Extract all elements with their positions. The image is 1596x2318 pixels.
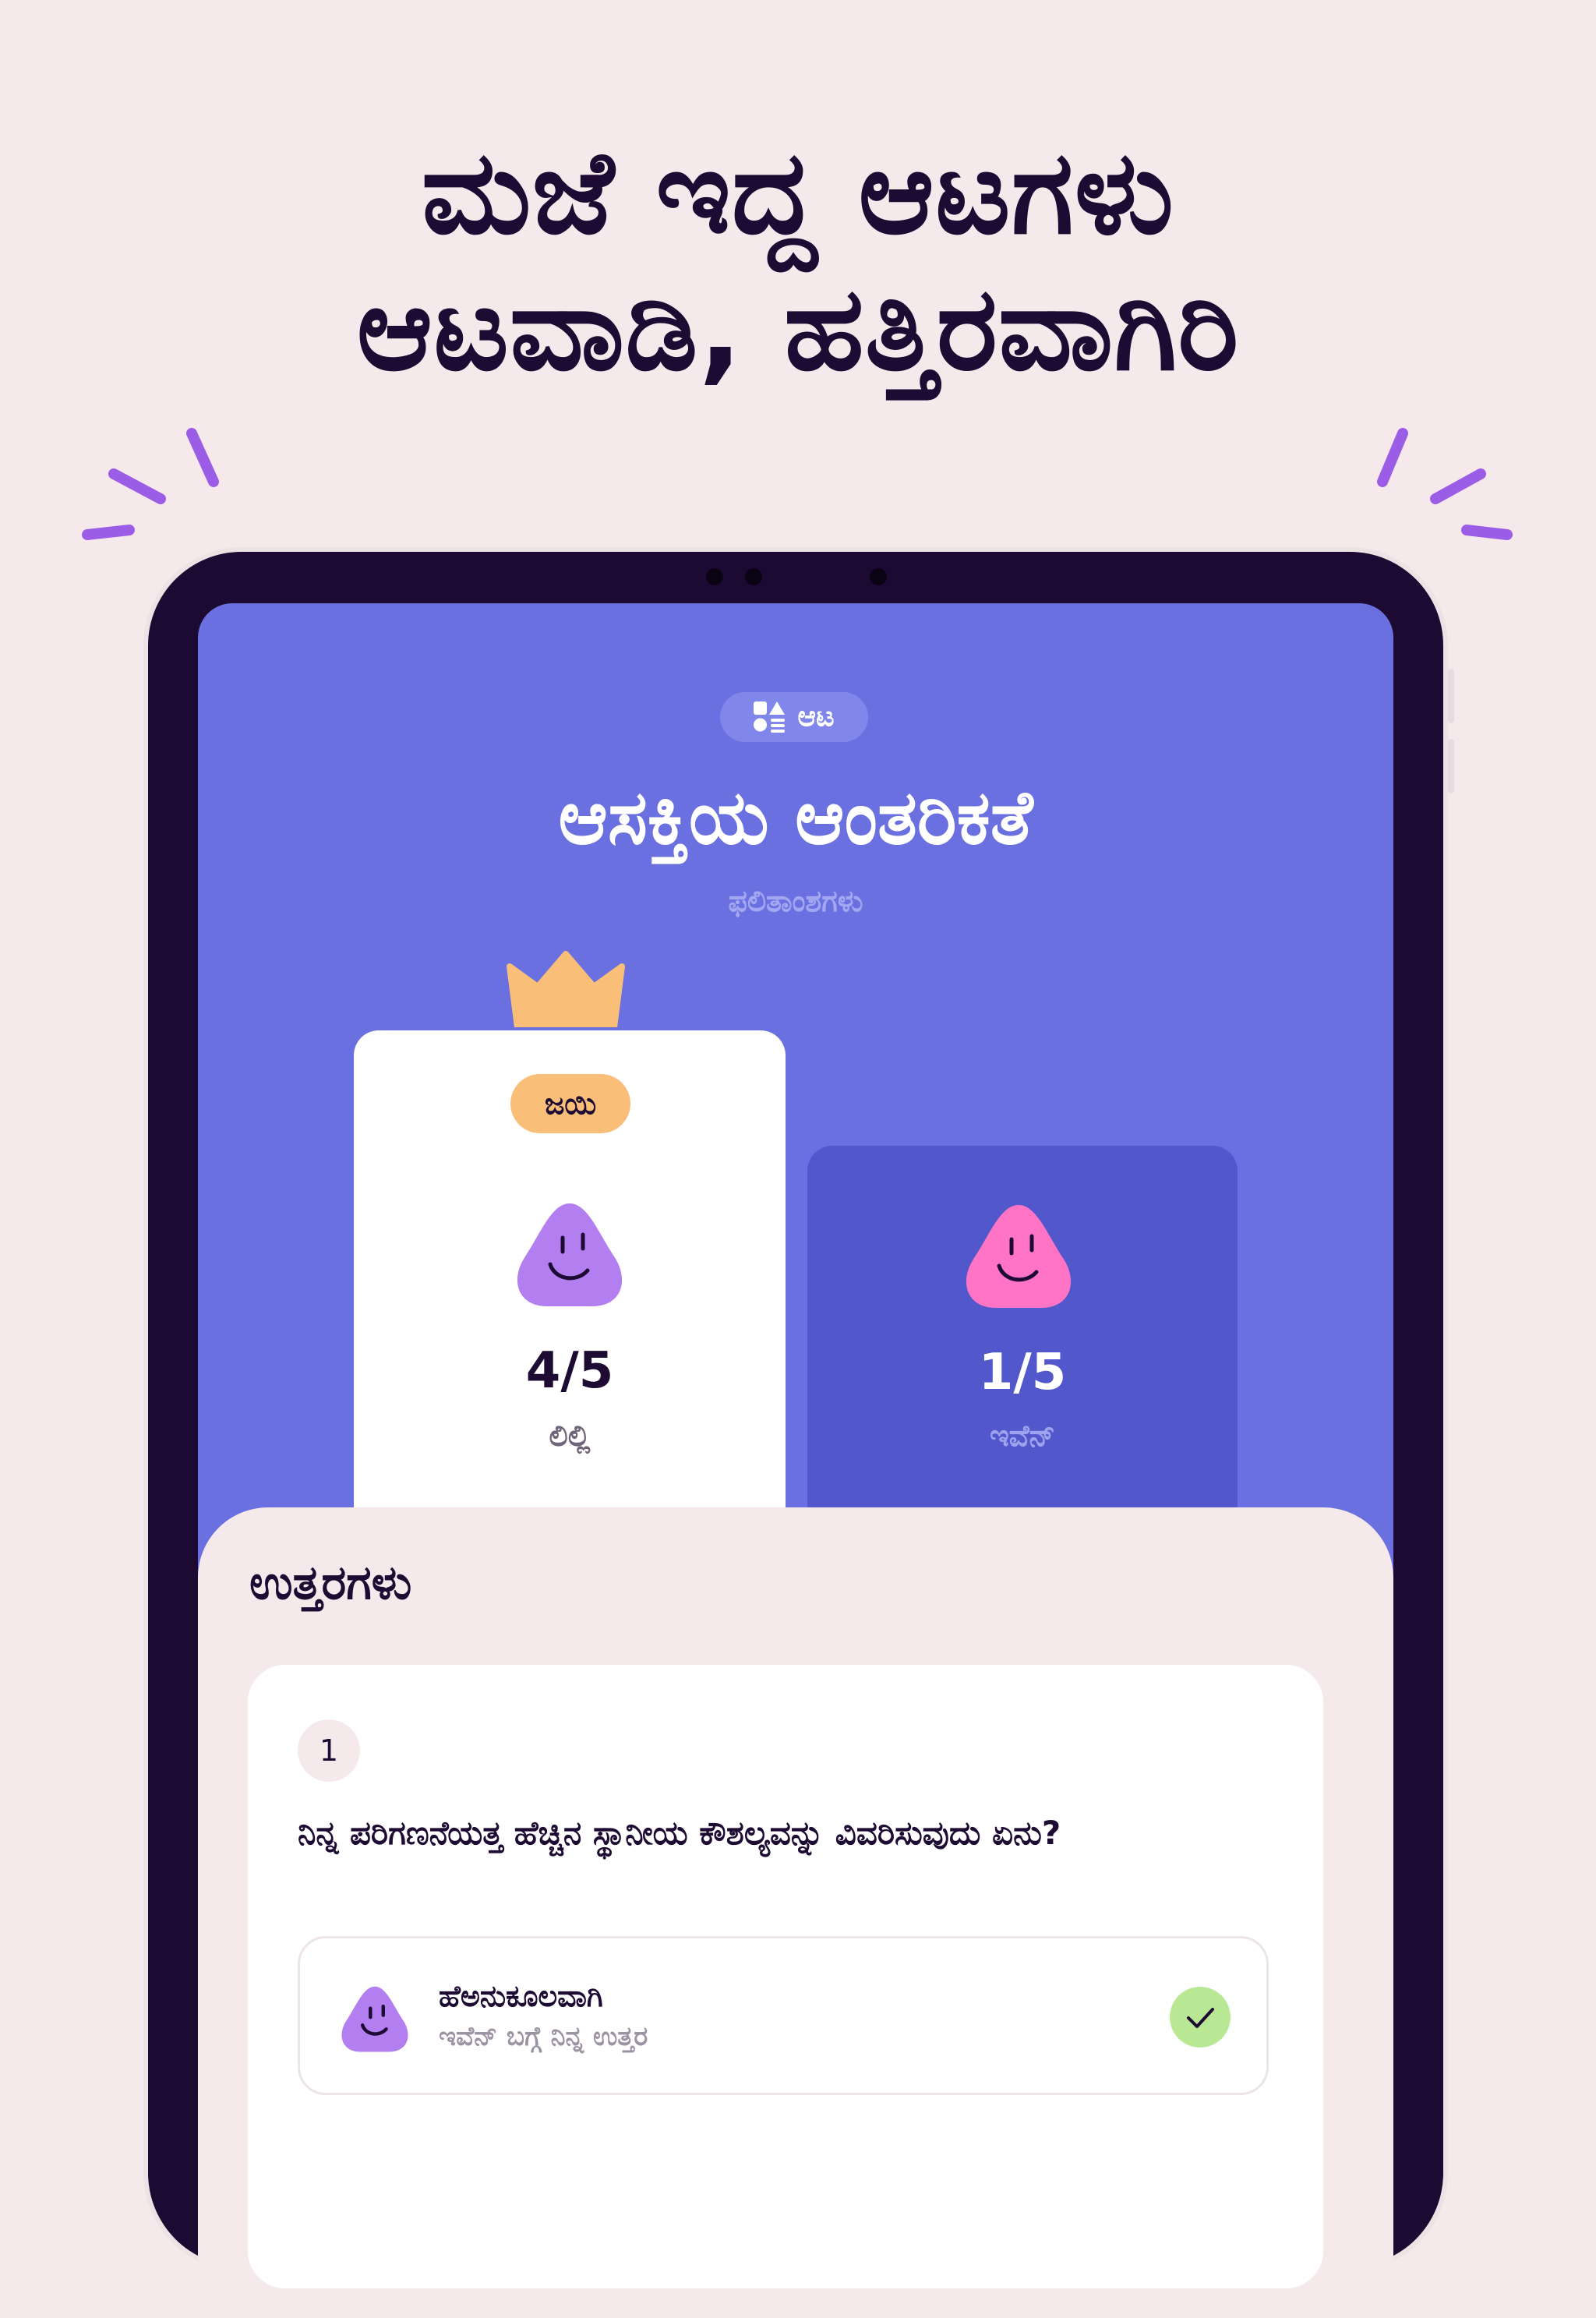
- winner-badge: ಜಯಿ: [510, 1074, 630, 1133]
- player-score: 4/5: [525, 1342, 614, 1400]
- camera-dot: [706, 568, 723, 585]
- question-text: ನಿನ್ನ ಪರಿಗಣನೆಯತ್ತ ಹೆಚ್ಚಿನ ಸ್ಥಾನೀಯ ಕೌಶಲ್ಯ…: [298, 1814, 1061, 1852]
- side-button: [1448, 669, 1454, 723]
- player-name: ಲಿಲ್ಲಿ: [549, 1419, 591, 1453]
- game-category-label: ಆಟ: [797, 701, 835, 733]
- answers-sheet[interactable]: ಉತ್ತರಗಳು 1 ನಿನ್ನ ಪರಿಗಣನೆಯತ್ತ ಹೆಚ್ಚಿನ ಸ್ಥ…: [198, 1507, 1393, 2318]
- player-name: ಇವೆನ್: [989, 1419, 1056, 1453]
- shapes-icon: [754, 701, 786, 733]
- smiley-avatar-icon: [966, 1205, 1072, 1308]
- answer-title: ಹೆಅನುಕೂಲವಾಗಿ: [439, 1979, 603, 2013]
- correct-indicator: [1170, 1987, 1231, 2048]
- camera-dot: [870, 568, 887, 585]
- game-category-pill[interactable]: ಆಟ: [720, 692, 868, 742]
- smiley-avatar-icon: [517, 1203, 623, 1306]
- answer-subtitle: ಇವೆನ್ ಬಗ್ಗೆ ನಿನ್ನ ಉತ್ತರ: [439, 2021, 648, 2052]
- results-subtitle: ಫಲಿತಾಂಶಗಳು: [728, 884, 863, 918]
- tablet-frame: ಆಟ ಆಸಕ್ತಿಯ ಆಂತರಿಕತೆ ಫಲಿತಾಂಶಗಳು ಜಯಿ 4/5 ಲ…: [148, 552, 1454, 2318]
- app-screen: ಆಟ ಆಸಕ್ತಿಯ ಆಂತರಿಕತೆ ಫಲಿತಾಂಶಗಳು ಜಯಿ 4/5 ಲ…: [198, 603, 1393, 2318]
- question-number: 1: [298, 1719, 360, 1782]
- sparkle-decoration: [82, 428, 1513, 540]
- crown-icon: [507, 951, 625, 1027]
- side-button: [1448, 739, 1454, 793]
- quiz-title: ಆಸಕ್ತಿಯ ಆಂತರಿಕತೆ: [558, 774, 1033, 861]
- smiley-avatar-icon: [341, 1986, 408, 2052]
- answers-heading: ಉತ್ತರಗಳು: [249, 1556, 412, 1610]
- question-card[interactable]: 1 ನಿನ್ನ ಪರಿಗಣನೆಯತ್ತ ಹೆಚ್ಚಿನ ಸ್ಥಾನೀಯ ಕೌಶಲ…: [248, 1665, 1323, 2288]
- answer-row[interactable]: ಹೆಅನುಕೂಲವಾಗಿ ಇವೆನ್ ಬಗ್ಗೆ ನಿನ್ನ ಉತ್ತರ: [298, 1936, 1269, 2095]
- camera-dot: [745, 568, 762, 585]
- checkmark-icon: [1187, 2008, 1214, 2028]
- player-score: 1/5: [978, 1344, 1067, 1401]
